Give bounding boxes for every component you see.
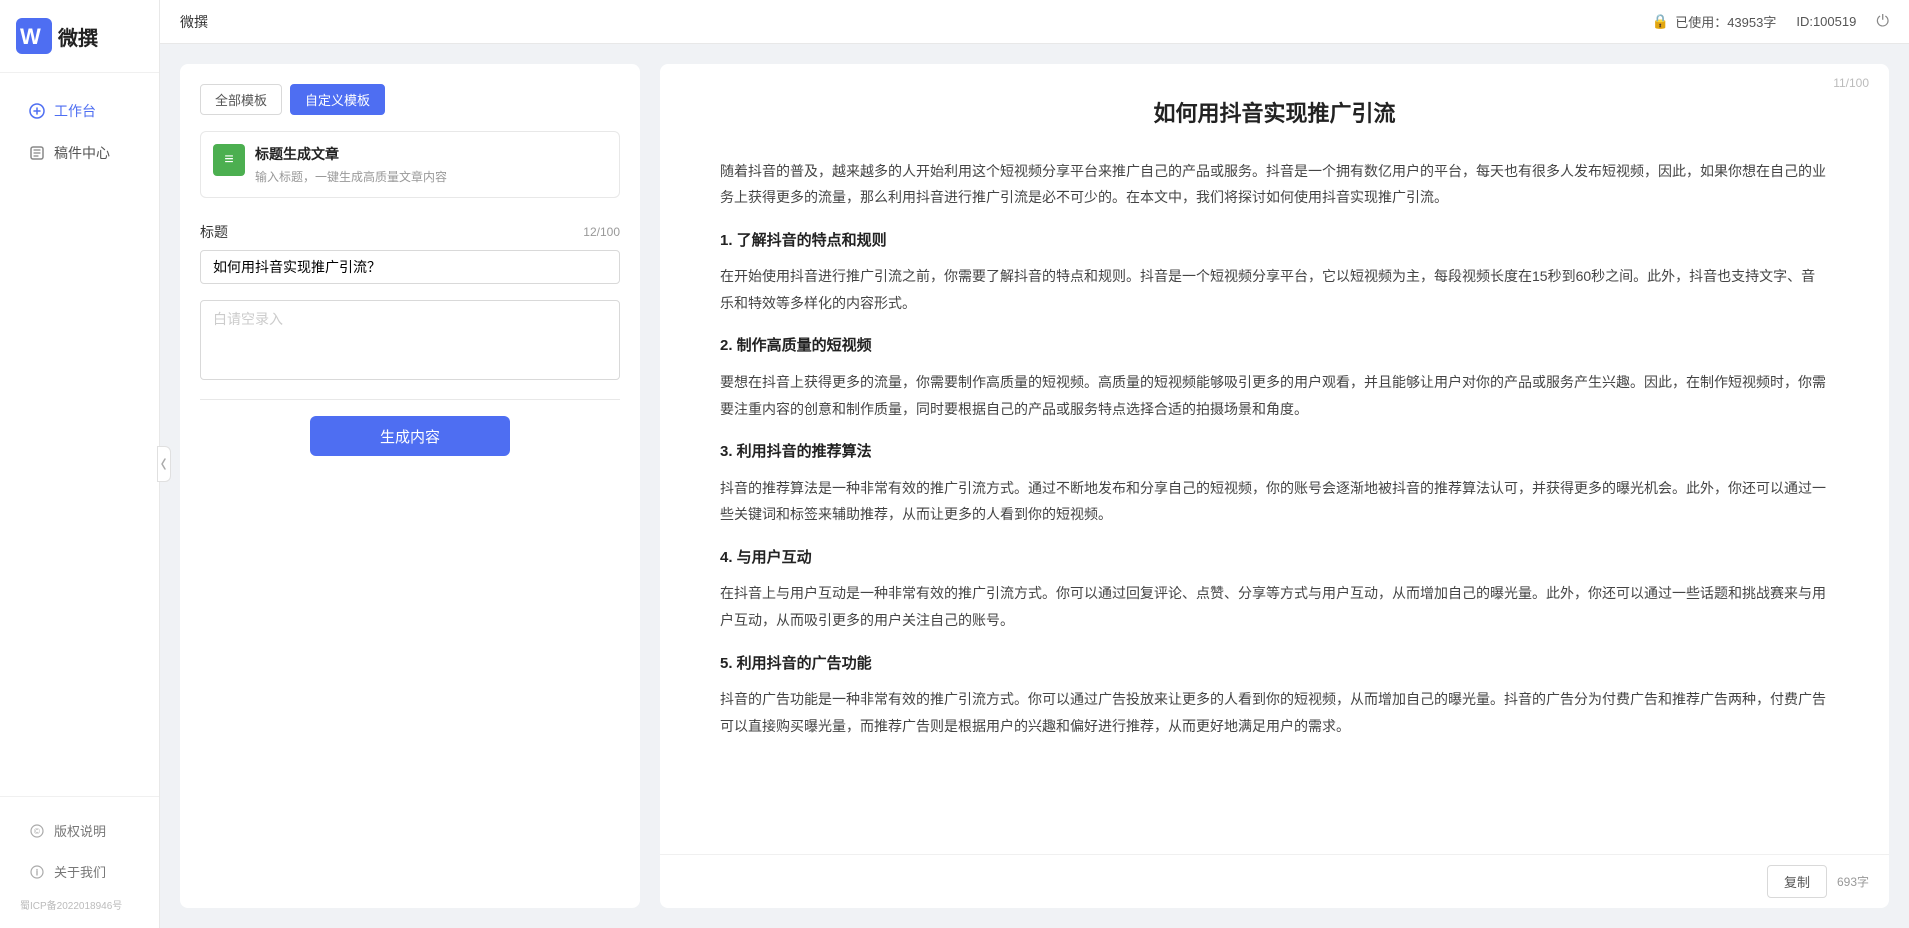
template-tabs: 全部模板 自定义模板 (200, 84, 620, 115)
tab-all-templates[interactable]: 全部模板 (200, 84, 282, 115)
logo-text: 微撰 (58, 22, 98, 51)
left-panel: 全部模板 自定义模板 ≡ 标题生成文章 输入标题，一键生成高质量文章内容 标题 … (180, 64, 640, 908)
id-label: ID:100519 (1796, 14, 1856, 29)
svg-text:W: W (20, 24, 41, 49)
sidebar-item-workbench[interactable]: 工作台 (8, 91, 151, 131)
sidebar-item-drafts-label: 稿件中心 (54, 143, 110, 163)
section-3-content: 抖音的推荐算法是一种非常有效的推广引流方式。通过不断地发布和分享自己的短视频，你… (720, 475, 1829, 528)
right-panel: 11/100 如何用抖音实现推广引流 随着抖音的普及，越来越多的人开始利用这个短… (660, 64, 1889, 908)
section-2-heading: 2. 制作高质量的短视频 (720, 332, 1829, 361)
section-1-content: 在开始使用抖音进行推广引流之前，你需要了解抖音的特点和规则。抖音是一个短视频分享… (720, 263, 1829, 316)
section-1-heading: 1. 了解抖音的特点和规则 (720, 227, 1829, 256)
sidebar-item-about-label: 关于我们 (54, 862, 106, 881)
nav-section: 工作台 稿件中心 (0, 73, 159, 796)
copyright-icon: © (28, 822, 46, 840)
article-footer: 复制 693字 (660, 854, 1889, 908)
about-icon (28, 863, 46, 881)
section-3-heading: 3. 利用抖音的推荐算法 (720, 438, 1829, 467)
content-textarea[interactable] (200, 300, 620, 380)
article-title: 如何用抖音实现推广引流 (720, 94, 1829, 134)
usage-label: 已使用：43953字 (1675, 12, 1776, 31)
sidebar: W 微撰 工作台 稿件中心 (0, 0, 160, 928)
drafts-icon (28, 144, 46, 162)
word-count: 693字 (1837, 873, 1869, 890)
section-4-heading: 4. 与用户互动 (720, 544, 1829, 573)
main-area: 微撰 🔒 已使用：43953字 ID:100519 ⏻ 全部模板 自定义模板 ≡… (160, 0, 1909, 928)
svg-text:©: © (34, 827, 40, 836)
section-2-content: 要想在抖音上获得更多的流量，你需要制作高质量的短视频。高质量的短视频能够吸引更多… (720, 369, 1829, 422)
article-intro: 随着抖音的普及，越来越多的人开始利用这个短视频分享平台来推广自己的产品或服务。抖… (720, 158, 1829, 211)
article-body: 随着抖音的普及，越来越多的人开始利用这个短视频分享平台来推广自己的产品或服务。抖… (720, 158, 1829, 740)
title-char-count: 12/100 (583, 225, 620, 239)
power-button[interactable]: ⏻ (1876, 13, 1889, 31)
sidebar-item-workbench-label: 工作台 (54, 101, 96, 121)
page-count: 11/100 (1833, 76, 1869, 90)
sidebar-item-copyright[interactable]: © 版权说明 (8, 811, 151, 850)
usage-icon: 🔒 (1652, 13, 1669, 30)
sidebar-item-drafts[interactable]: 稿件中心 (8, 133, 151, 173)
sidebar-item-about[interactable]: 关于我们 (8, 852, 151, 891)
sidebar-collapse-handle[interactable] (157, 446, 171, 482)
title-input[interactable] (200, 250, 620, 284)
form-divider (200, 399, 620, 400)
topbar-title: 微撰 (180, 12, 208, 32)
section-5-heading: 5. 利用抖音的广告功能 (720, 650, 1829, 679)
section-4-content: 在抖音上与用户互动是一种非常有效的推广引流方式。你可以通过回复评论、点赞、分享等… (720, 580, 1829, 633)
logo-area: W 微撰 (0, 0, 159, 73)
sidebar-bottom: © 版权说明 关于我们 蜀ICP备2022018946号 (0, 796, 159, 928)
template-info: 标题生成文章 输入标题，一键生成高质量文章内容 (255, 144, 447, 185)
form-section: 标题 12/100 (200, 222, 620, 383)
copy-button[interactable]: 复制 (1767, 865, 1827, 898)
title-label: 标题 (200, 222, 228, 242)
topbar: 微撰 🔒 已使用：43953字 ID:100519 ⏻ (160, 0, 1909, 44)
logo-icon: W (16, 18, 52, 54)
icp-text: 蜀ICP备2022018946号 (0, 893, 159, 920)
workbench-icon (28, 102, 46, 120)
article-content[interactable]: 如何用抖音实现推广引流 随着抖音的普及，越来越多的人开始利用这个短视频分享平台来… (660, 64, 1889, 854)
section-5-content: 抖音的广告功能是一种非常有效的推广引流方式。你可以通过广告投放来让更多的人看到你… (720, 686, 1829, 739)
content-area: 全部模板 自定义模板 ≡ 标题生成文章 输入标题，一键生成高质量文章内容 标题 … (160, 44, 1909, 928)
tab-custom-templates[interactable]: 自定义模板 (290, 84, 385, 115)
template-card[interactable]: ≡ 标题生成文章 输入标题，一键生成高质量文章内容 (200, 131, 620, 198)
generate-button[interactable]: 生成内容 (310, 416, 510, 456)
title-label-row: 标题 12/100 (200, 222, 620, 242)
template-card-icon: ≡ (213, 144, 245, 176)
usage-info: 🔒 已使用：43953字 (1652, 12, 1777, 31)
sidebar-item-copyright-label: 版权说明 (54, 821, 106, 840)
template-title: 标题生成文章 (255, 144, 447, 164)
topbar-right: 🔒 已使用：43953字 ID:100519 ⏻ (1652, 12, 1889, 31)
template-description: 输入标题，一键生成高质量文章内容 (255, 168, 447, 185)
